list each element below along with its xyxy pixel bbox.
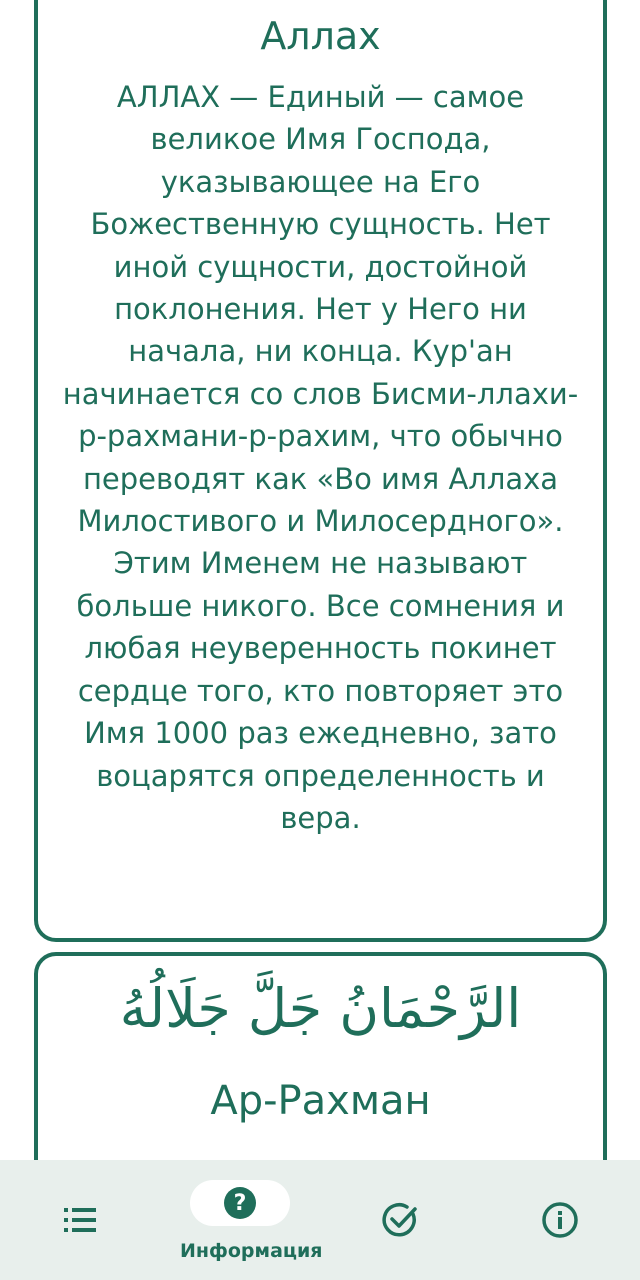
nav-item-list[interactable] [20,1160,140,1280]
nav-item-info[interactable] [500,1160,620,1280]
bottom-navigation: ? Информация [0,1160,640,1280]
info-icon [536,1196,584,1244]
name-description: АЛЛАХ — Единый — самое великое Имя Госпо… [62,80,579,835]
nav-item-information[interactable]: ? Информация [180,1160,323,1280]
check-circle-icon [376,1196,424,1244]
list-icon [56,1196,104,1244]
name-title: Ар-Рахман [210,1078,431,1124]
nav-item-checked[interactable] [340,1160,460,1280]
help-icon: ? [216,1179,264,1227]
arabic-calligraphy: الرَّحْمَانُ جَلَّ جَلَالُهُ [119,977,522,1040]
name-card-allah[interactable]: Аллах АЛЛАХ — Единый — самое великое Имя… [34,0,607,942]
name-title: Аллах [260,14,381,58]
name-card-ar-rahman[interactable]: الرَّحْمَانُ جَلَّ جَلَالُهُ Ар-Рахман [34,952,607,1160]
system-gesture-bar [0,1276,640,1280]
nav-label: Информация [180,1240,323,1262]
svg-text:?: ? [234,1191,247,1216]
names-list[interactable]: Аллах АЛЛАХ — Единый — самое великое Имя… [0,0,640,1160]
